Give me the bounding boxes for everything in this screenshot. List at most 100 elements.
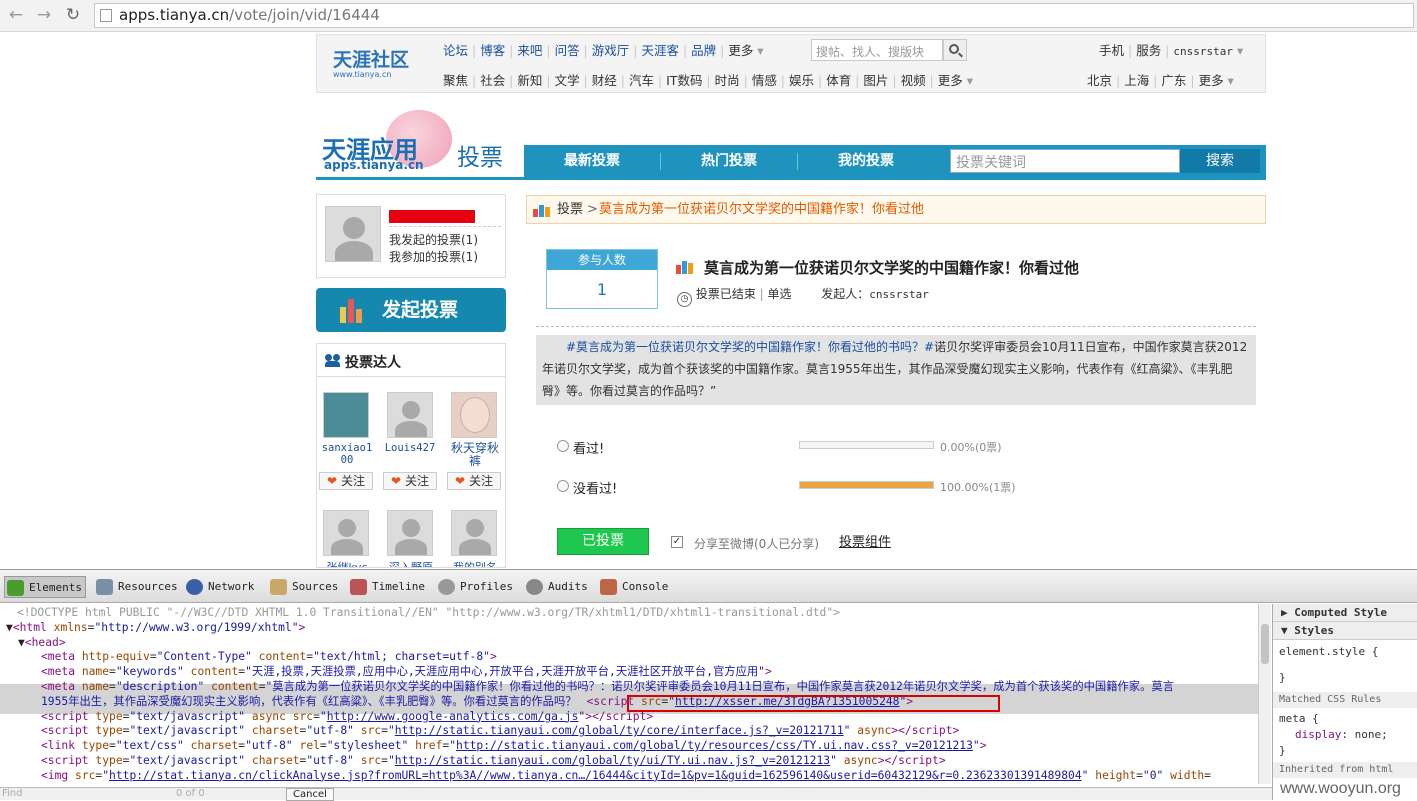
tab-mine[interactable]: 我的投票 (798, 145, 934, 178)
my-joined-votes-link[interactable]: 我参加的投票(1) (389, 248, 478, 265)
expert-name[interactable]: Louis427 (381, 442, 439, 454)
nav-video[interactable]: 视频 (901, 73, 926, 88)
tab-network[interactable]: Network (184, 576, 254, 598)
option-radio[interactable] (557, 440, 569, 452)
stylesheet-link[interactable]: http://static.tianyaui.com/global/ty/res… (456, 739, 973, 752)
expert-name[interactable]: sanxiao100 (319, 442, 375, 466)
nav-brand[interactable]: 品牌 (691, 43, 716, 58)
dom-node-meta[interactable]: <meta http-equiv="Content-Type" content=… (0, 650, 1258, 665)
scrollbar-thumb[interactable] (1261, 624, 1269, 664)
nav-games[interactable]: 游戏厅 (592, 43, 630, 58)
initiator-name[interactable]: cnssrstar (869, 288, 929, 301)
tab-timeline[interactable]: Timeline (348, 576, 425, 598)
back-icon[interactable]: ← (5, 4, 27, 26)
avatar[interactable] (325, 206, 381, 262)
breadcrumb-root[interactable]: 投票 (557, 196, 583, 223)
dom-node-meta-keywords[interactable]: <meta name="keywords" content="天涯,投票,天涯投… (0, 665, 1258, 680)
nav-more-2[interactable]: 更多 (938, 73, 963, 88)
address-bar[interactable]: apps.tianya.cn/vote/join/vid/16444 (94, 3, 1414, 28)
nav-beijing[interactable]: 北京 (1087, 73, 1112, 88)
nav-guangdong[interactable]: 广东 (1161, 73, 1186, 88)
vote-widget-link[interactable]: 投票组件 (839, 531, 891, 550)
expert-name[interactable]: 深入野原 (383, 559, 439, 567)
nav-finance[interactable]: 财经 (592, 73, 617, 88)
dom-node-html[interactable]: ▼<html xmlns="http://www.w3.org/1999/xht… (0, 621, 1258, 636)
forward-icon[interactable]: → (33, 4, 55, 26)
meta-rule[interactable]: meta { display: none; } (1273, 708, 1417, 762)
nav-literature[interactable]: 文学 (555, 73, 580, 88)
follow-button[interactable]: ❤ 关注 (319, 472, 373, 490)
nav-forum[interactable]: 论坛 (443, 43, 468, 58)
dom-node-img[interactable]: <img src="http://stat.tianya.cn/clickAna… (0, 769, 1258, 784)
tab-latest[interactable]: 最新投票 (524, 145, 660, 178)
tab-sources[interactable]: Sources (268, 576, 338, 598)
nav-emotion[interactable]: 情感 (752, 73, 777, 88)
tab-console[interactable]: Console (598, 576, 668, 598)
site-search-input[interactable]: 搜帖、找人、搜版块 (811, 39, 943, 61)
computed-style-header[interactable]: ▶ Computed Style (1273, 604, 1417, 622)
dom-node-script[interactable]: <script type="text/javascript" charset="… (0, 724, 1258, 739)
expert-name[interactable]: 我的别名 (447, 559, 503, 567)
nav-shanghai[interactable]: 上海 (1124, 73, 1149, 88)
start-vote-button[interactable]: 发起投票 (316, 288, 506, 332)
nav-service[interactable]: 服务 (1136, 43, 1161, 58)
avatar[interactable] (323, 392, 369, 438)
tab-profiles[interactable]: Profiles (436, 576, 513, 598)
nav-qa[interactable]: 问答 (555, 43, 580, 58)
option-radio[interactable] (557, 480, 569, 492)
nav-more[interactable]: 更多 (728, 43, 753, 58)
nav-laiba[interactable]: 来吧 (517, 43, 542, 58)
nav-it[interactable]: IT数码 (666, 73, 702, 88)
follow-button[interactable]: ❤ 关注 (447, 472, 501, 490)
element-style-rule[interactable]: element.style {} (1273, 640, 1417, 692)
tab-hot[interactable]: 热门投票 (661, 145, 797, 178)
nav-username[interactable]: cnssrstar (1173, 45, 1233, 58)
nav-mobile[interactable]: 手机 (1099, 43, 1124, 58)
css-property[interactable]: display (1295, 728, 1341, 741)
script-link[interactable]: http://www.google-analytics.com/ga.js (327, 710, 579, 723)
reload-icon[interactable]: ↻ (62, 4, 84, 26)
script-link[interactable]: http://static.tianyaui.com/global/ty/ui/… (395, 754, 830, 767)
tab-resources[interactable]: Resources (94, 576, 178, 598)
share-checkbox[interactable]: ✓ (671, 536, 683, 548)
styles-header[interactable]: ▼ Styles (1273, 622, 1417, 640)
voted-button[interactable]: 已投票 (557, 528, 649, 555)
expert-name[interactable]: 张继kvc (319, 559, 375, 567)
avatar[interactable] (323, 510, 369, 556)
find-input[interactable]: Find (2, 788, 23, 799)
nav-more-3[interactable]: 更多 (1199, 73, 1224, 88)
follow-button[interactable]: ❤ 关注 (383, 472, 437, 490)
img-link[interactable]: http://stat.tianya.cn/clickAnalyse.jsp?f… (109, 769, 1082, 782)
search-icon[interactable] (943, 39, 967, 61)
dom-node-head[interactable]: ▼<head> (0, 636, 1258, 651)
avatar[interactable] (451, 510, 497, 556)
vote-search-button[interactable]: 搜索 (1180, 149, 1260, 173)
avatar[interactable] (387, 392, 433, 438)
topic-tag[interactable]: #莫言成为第一位获诺贝尔文学奖的中国籍作家！你看过他的书吗？# (566, 340, 934, 354)
tab-elements[interactable]: Elements (4, 576, 86, 598)
tab-audits[interactable]: Audits (524, 576, 588, 598)
nav-auto[interactable]: 汽车 (629, 73, 654, 88)
css-value[interactable]: none; (1355, 728, 1388, 741)
dom-scrollbar[interactable] (1258, 604, 1271, 784)
nav-blog[interactable]: 博客 (480, 43, 505, 58)
avatar[interactable] (387, 510, 433, 556)
expert-name[interactable]: 秋天穿秋裤 (447, 442, 503, 468)
nav-focus[interactable]: 聚焦 (443, 73, 468, 88)
tianya-logo[interactable]: 天涯社区 www.tianya.cn (329, 43, 419, 83)
my-started-votes-link[interactable]: 我发起的投票(1) (389, 231, 478, 248)
vote-search-input[interactable]: 投票关键词 (950, 149, 1180, 173)
nav-fashion[interactable]: 时尚 (715, 73, 740, 88)
nav-pics[interactable]: 图片 (863, 73, 888, 88)
dom-node-meta-description[interactable]: <meta name="description" content="莫言成为第一… (0, 680, 1258, 695)
cancel-button[interactable]: Cancel (286, 788, 334, 801)
dom-node-link[interactable]: <link type="text/css" charset="utf-8" re… (0, 739, 1258, 754)
dom-node-script[interactable]: <script type="text/javascript" charset="… (0, 754, 1258, 769)
nav-science[interactable]: 新知 (517, 73, 542, 88)
script-link[interactable]: http://static.tianyaui.com/global/ty/cor… (395, 724, 844, 737)
nav-sports[interactable]: 体育 (826, 73, 851, 88)
nav-ent[interactable]: 娱乐 (789, 73, 814, 88)
nav-society[interactable]: 社会 (480, 73, 505, 88)
nav-tianyake[interactable]: 天涯客 (641, 43, 679, 58)
avatar[interactable] (451, 392, 497, 438)
